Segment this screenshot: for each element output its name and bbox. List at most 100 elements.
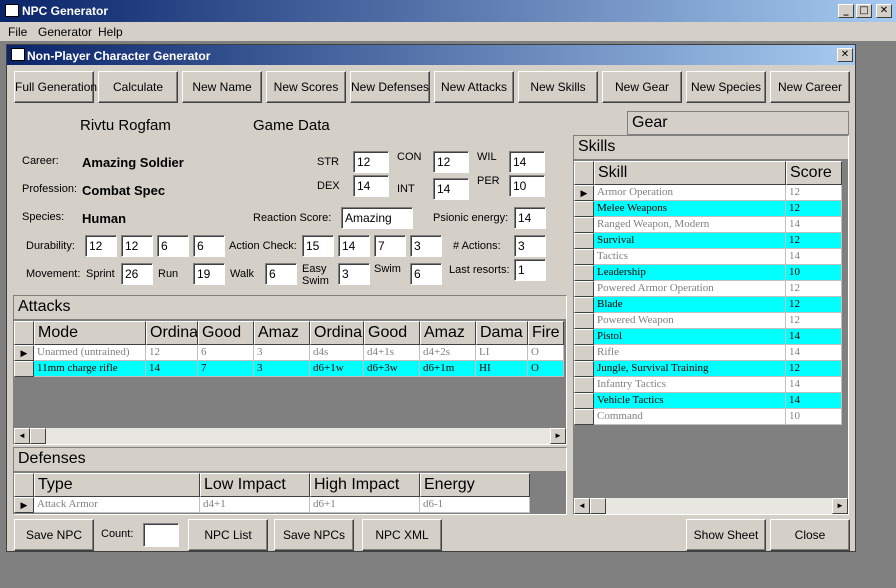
attacks-cell[interactable]: d6+1m [420,361,476,377]
skills-row-header[interactable] [574,345,594,361]
attacks-cell[interactable]: 3 [254,345,310,361]
defenses-cell[interactable]: d4+1 [200,497,310,513]
save-npcs-button[interactable]: Save NPCs [274,519,354,551]
attacks-header-cell[interactable]: Good [364,321,420,345]
new-career-button[interactable]: New Career [770,71,850,103]
skills-scroll-thumb[interactable] [590,498,606,514]
int-field[interactable]: 14 [433,178,469,200]
skills-cell[interactable]: Melee Weapons [594,201,786,217]
skills-cell[interactable]: Rifle [594,345,786,361]
skills-row-header[interactable] [574,377,594,393]
skills-cell[interactable]: 12 [786,361,842,377]
attacks-cell[interactable]: LI [476,345,528,361]
skills-cell[interactable]: 14 [786,345,842,361]
scroll-right-icon[interactable]: ► [550,428,566,444]
attacks-cell[interactable]: O [528,361,564,377]
npc-xml-button[interactable]: NPC XML [362,519,442,551]
maximize-button[interactable]: □ [856,4,872,18]
walk-field[interactable]: 6 [265,263,297,285]
new-species-button[interactable]: New Species [686,71,766,103]
action-check-field-4[interactable]: 3 [410,235,442,257]
skills-row-header[interactable] [574,201,594,217]
skills-cell[interactable]: 12 [786,201,842,217]
skills-hscrollbar[interactable]: ◄ ► [574,498,848,514]
attacks-header-cell[interactable]: Ordina [146,321,198,345]
skills-cell[interactable]: Armor Operation [594,185,786,201]
skills-cell[interactable]: 14 [786,377,842,393]
psionic-energy-field[interactable]: 14 [514,207,546,229]
attacks-cell[interactable]: 6 [198,345,254,361]
skills-row-header[interactable] [574,393,594,409]
new-skills-button[interactable]: New Skills [518,71,598,103]
reaction-score-field[interactable]: Amazing [341,207,413,229]
skills-cell[interactable]: Command [594,409,786,425]
skills-cell[interactable]: 10 [786,409,842,425]
new-scores-button[interactable]: New Scores [266,71,346,103]
new-defenses-button[interactable]: New Defenses [350,71,430,103]
run-field[interactable]: 19 [193,263,225,285]
attacks-hscrollbar[interactable]: ◄ ► [14,428,566,444]
new-name-button[interactable]: New Name [182,71,262,103]
skills-cell[interactable]: 10 [786,265,842,281]
actions-field[interactable]: 3 [514,235,546,257]
attacks-row-header[interactable] [14,361,34,377]
scroll-thumb[interactable] [30,428,46,444]
attacks-cell[interactable]: 12 [146,345,198,361]
skills-row-header[interactable] [574,281,594,297]
defenses-row-header[interactable]: ▶ [14,497,34,513]
skills-cell[interactable]: 14 [786,393,842,409]
sprint-field[interactable]: 26 [121,263,153,285]
skills-cell[interactable]: Blade [594,297,786,313]
skills-cell[interactable]: Tactics [594,249,786,265]
skills-row-header[interactable] [574,233,594,249]
skills-row-header[interactable] [574,217,594,233]
skills-cell[interactable]: 12 [786,313,842,329]
skills-cell[interactable]: 14 [786,217,842,233]
save-npc-button[interactable]: Save NPC [14,519,94,551]
show-sheet-button[interactable]: Show Sheet [686,519,766,551]
action-check-field-3[interactable]: 7 [374,235,406,257]
attacks-header-cell[interactable]: Amaz [420,321,476,345]
skills-row-header[interactable]: ▶ [574,185,594,201]
defenses-cell[interactable]: d6-1 [420,497,530,513]
skills-cell[interactable]: 12 [786,281,842,297]
minimize-button[interactable]: _ [838,4,854,18]
attacks-cell[interactable]: d4+1s [364,345,420,361]
attacks-row-header[interactable]: ▶ [14,345,34,361]
menu-generator[interactable]: Generator [38,25,92,39]
attacks-cell[interactable]: d6+1w [310,361,364,377]
skills-cell[interactable]: Powered Weapon [594,313,786,329]
npc-list-button[interactable]: NPC List [188,519,268,551]
skills-row-header[interactable] [574,361,594,377]
skills-cell[interactable]: Survival [594,233,786,249]
close-button[interactable]: Close [770,519,850,551]
attacks-cell[interactable]: 14 [146,361,198,377]
attacks-header-cell[interactable]: Ordina [310,321,364,345]
last-resorts-field[interactable]: 1 [514,259,546,281]
skills-cell[interactable]: 12 [786,297,842,313]
skills-row-header[interactable] [574,329,594,345]
skills-scroll-left-icon[interactable]: ◄ [574,498,590,514]
attacks-cell[interactable]: Unarmed (untrained) [34,345,146,361]
defenses-cell[interactable]: d6+1 [310,497,420,513]
skills-row-header[interactable] [574,297,594,313]
new-gear-button[interactable]: New Gear [602,71,682,103]
attacks-cell[interactable]: 7 [198,361,254,377]
skills-cell[interactable]: Vehicle Tactics [594,393,786,409]
skills-cell[interactable]: Powered Armor Operation [594,281,786,297]
skills-header-cell[interactable]: Skill [594,161,786,185]
menu-file[interactable]: File [8,25,27,39]
scroll-left-icon[interactable]: ◄ [14,428,30,444]
defenses-cell[interactable]: Attack Armor [34,497,200,513]
per-field[interactable]: 10 [509,175,545,197]
easy-swim-field[interactable]: 3 [338,263,370,285]
defenses-header-cell[interactable]: Energy [420,473,530,497]
dex-field[interactable]: 14 [353,175,389,197]
skills-scroll-right-icon[interactable]: ► [832,498,848,514]
defenses-header-cell[interactable]: Low Impact [200,473,310,497]
skills-row-header[interactable] [574,265,594,281]
full-generation-button[interactable]: Full Generation [14,71,97,103]
skills-cell[interactable]: 12 [786,233,842,249]
skills-cell[interactable]: Infantry Tactics [594,377,786,393]
durability-field-2[interactable]: 12 [121,235,153,257]
